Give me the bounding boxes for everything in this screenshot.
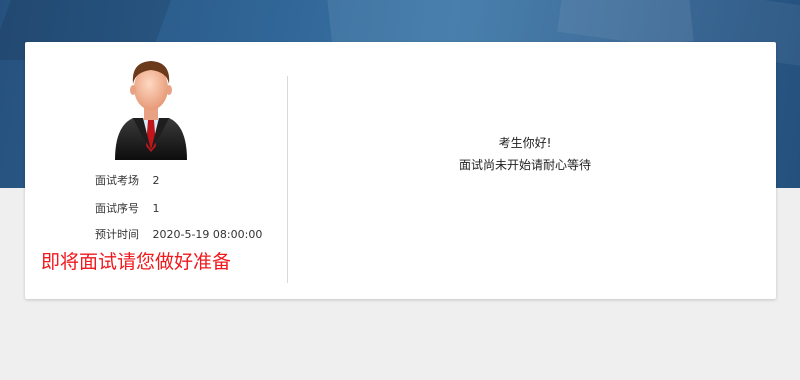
sequence-label: 面试序号 (95, 202, 139, 215)
sequence-value: 1 (152, 202, 160, 215)
interview-card: 面试考场 2 面试序号 1 预计时间 2020-5-19 08:00:00 即将… (25, 42, 776, 299)
exam-room-value: 2 (152, 174, 160, 187)
sequence-row: 面试序号 1 (95, 200, 160, 216)
prepare-notice: 即将面试请您做好准备 (41, 251, 232, 273)
waiting-message: 面试尚未开始请耐心等待 (458, 158, 591, 172)
scheduled-time-value: 2020-5-19 08:00:00 (152, 228, 263, 241)
scheduled-time-row: 预计时间 2020-5-19 08:00:00 (95, 226, 262, 242)
exam-room-label: 面试考场 (95, 174, 139, 187)
businessman-avatar-icon (115, 61, 187, 160)
scheduled-time-label: 预计时间 (95, 228, 139, 241)
exam-room-row: 面试考场 2 (95, 172, 160, 188)
greeting-text: 考生你好! (498, 136, 552, 150)
divider (287, 76, 288, 283)
